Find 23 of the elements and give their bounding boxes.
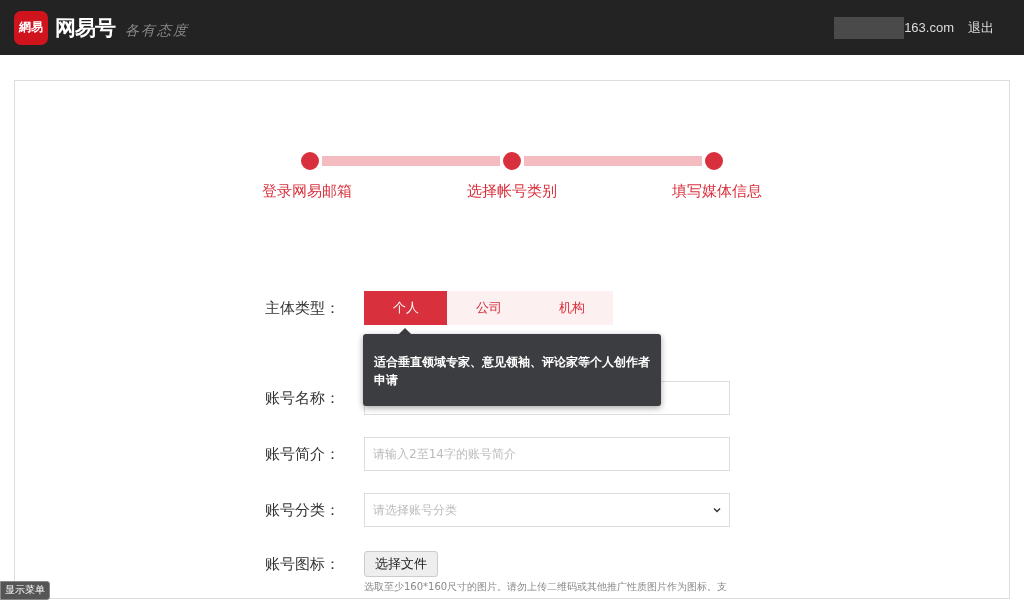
step-label: 登录网易邮箱: [262, 182, 352, 201]
masked-text: [834, 16, 905, 39]
logo-icon: 網易: [14, 10, 48, 45]
field-label: 账号分类：: [265, 500, 340, 520]
logout-link[interactable]: 退出: [968, 18, 994, 37]
chevron-down-icon: [713, 507, 721, 513]
help-text: 选取至少160*160尺寸的图片。请勿上传二维码或其他推广性质图片作为图标。支: [364, 581, 729, 593]
step-label: 选择帐号类别: [467, 182, 557, 201]
field-label: 主体类型：: [265, 298, 340, 318]
brand-name: 网易号: [55, 14, 115, 42]
slogan: 各有态度: [125, 21, 189, 40]
field-label: 账号名称：: [265, 388, 340, 408]
choose-file-button[interactable]: 选择文件: [364, 551, 438, 577]
type-tab[interactable]: 公司: [447, 291, 530, 325]
step-label: 填写媒体信息: [672, 182, 762, 201]
type-tab[interactable]: 机构: [530, 291, 613, 325]
input-field[interactable]: 请输入2至14字的账号简介: [364, 437, 730, 471]
field-label: 账号简介：: [265, 444, 340, 464]
account-email: 163.com: [904, 20, 954, 35]
show-menu-button[interactable]: 显示菜单: [0, 581, 50, 600]
tooltip: 适合垂直领域专家、意见领袖、评论家等个人创作者申请: [363, 334, 661, 406]
field-label: 账号图标：: [265, 554, 340, 574]
type-tab[interactable]: 个人: [364, 291, 447, 325]
